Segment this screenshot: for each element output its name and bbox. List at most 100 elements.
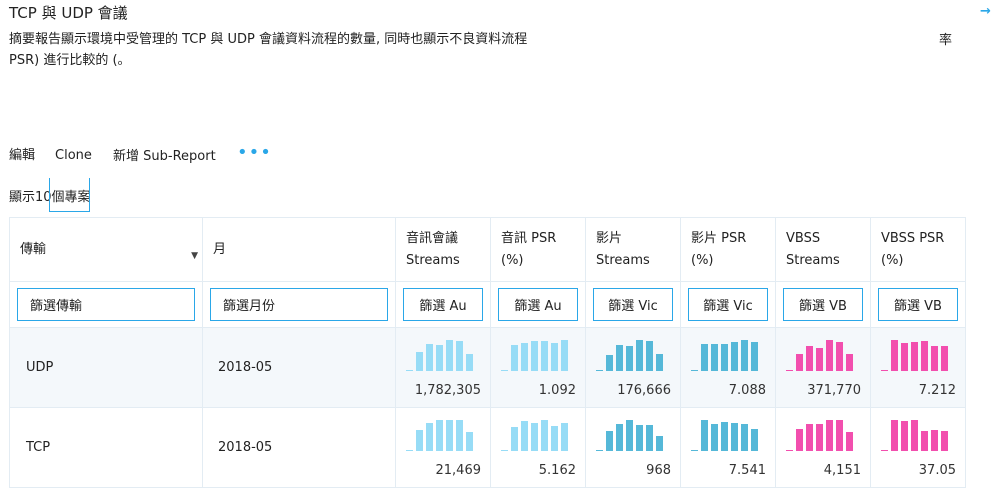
add-subreport-button[interactable]: 新增 Sub-Report (113, 145, 216, 164)
clone-button[interactable]: Clone (55, 148, 92, 163)
sparkline-bar (941, 431, 948, 451)
sparkline-bar (416, 352, 423, 371)
sparkline-bar (521, 421, 528, 451)
filter-input[interactable]: 篩選 VB (783, 288, 863, 321)
column-header[interactable]: 影片 PSR (%) (680, 217, 776, 282)
column-header[interactable]: 音訊會議 Streams (395, 217, 491, 282)
filter-cell: 篩選 VB (870, 281, 966, 328)
sparkline-bar (596, 450, 603, 451)
sparkline-bar (691, 370, 698, 371)
sparkline-bar (561, 423, 568, 451)
sparkline-bar (446, 340, 453, 371)
metric-value: 7.088 (728, 383, 766, 398)
sparkline-bar (541, 420, 548, 451)
sparkline (786, 419, 866, 451)
sparkline (786, 339, 866, 371)
sparkline-bar (836, 420, 843, 451)
metric-cell: 176,666 (585, 327, 681, 408)
sparkline-bar (846, 432, 853, 451)
caret-down-icon[interactable]: ▼ (191, 245, 198, 267)
metric-value: 7.212 (918, 383, 956, 398)
transport-cell: TCP (9, 407, 203, 488)
column-header[interactable]: 影片 Streams (585, 217, 681, 282)
filter-input[interactable]: 篩選傳輸 (17, 288, 195, 321)
table-row[interactable]: TCP 2018-05 21,469 5.162 968 7.541 4,151 37.05 (9, 407, 966, 488)
sparkline-bar (796, 429, 803, 451)
filter-cell: 篩選 Au (395, 281, 491, 328)
sparkline-bar (531, 423, 538, 451)
show-items-focus-box[interactable] (49, 178, 90, 212)
column-header-label: 月 (213, 241, 227, 257)
sparkline-bar (626, 420, 633, 451)
sparkline-bar (501, 450, 508, 451)
metric-value: 371,770 (807, 383, 861, 398)
column-header-sublabel: Streams (786, 252, 840, 268)
transport-cell: UDP (9, 327, 203, 408)
more-options-icon[interactable]: ••• (237, 144, 272, 162)
sparkline-bar (406, 450, 413, 451)
metric-cell: 371,770 (775, 327, 871, 408)
sparkline-bar (456, 420, 463, 451)
column-header[interactable]: 月 (202, 217, 396, 282)
filter-input[interactable]: 篩選 Au (403, 288, 483, 321)
sparkline-bar (891, 420, 898, 451)
sparkline-bar (551, 343, 558, 371)
sparkline-bar (786, 370, 793, 371)
metric-value: 5.162 (538, 463, 576, 478)
metric-cell: 7.212 (870, 327, 966, 408)
column-header[interactable]: VBSS PSR (%) (870, 217, 966, 282)
sparkline-bar (426, 423, 433, 451)
column-header[interactable]: 音訊 PSR (%) (490, 217, 586, 282)
table-row[interactable]: UDP 2018-05 1,782,305 1.092 176,666 7.088 371,… (9, 327, 966, 408)
arrow-right-icon[interactable]: → (980, 4, 991, 19)
filter-cell: 篩選 Vic (585, 281, 681, 328)
sparkline (881, 419, 961, 451)
metric-cell: 968 (585, 407, 681, 488)
filter-cell: 篩選 Vic (680, 281, 776, 328)
filter-input[interactable]: 篩選月份 (210, 288, 388, 321)
sparkline-bar (921, 341, 928, 371)
sparkline-bar (701, 420, 708, 451)
sparkline (881, 339, 961, 371)
metric-cell: 7.541 (680, 407, 776, 488)
sparkline-bar (911, 420, 918, 451)
sparkline-bar (656, 436, 663, 451)
sparkline-bar (596, 370, 603, 371)
sparkline-bar (436, 345, 443, 371)
sparkline-bar (606, 355, 613, 371)
sparkline-bar (796, 354, 803, 371)
sparkline-bar (501, 370, 508, 371)
sparkline-bar (786, 450, 793, 451)
column-header[interactable]: 傳輸 ▼ (9, 217, 203, 282)
edit-button[interactable]: 編輯 (9, 144, 35, 163)
metric-cell: 7.088 (680, 327, 776, 408)
sparkline-bar (921, 431, 928, 451)
filter-input[interactable]: 篩選 Vic (593, 288, 673, 321)
metric-value: 37.05 (918, 463, 956, 478)
sparkline-bar (901, 421, 908, 451)
sparkline (596, 339, 676, 371)
sparkline-bar (436, 420, 443, 451)
filter-input[interactable]: 篩選 Vic (688, 288, 768, 321)
filter-input[interactable]: 篩選 Au (498, 288, 578, 321)
metric-cell: 1.092 (490, 327, 586, 408)
column-header-label: 傳輸 (20, 241, 47, 257)
sparkline-bar (751, 342, 758, 371)
header-row: 傳輸 ▼ 月 音訊會議 Streams 音訊 PSR (%) 影片 Streams 影片 PSR (… (9, 217, 966, 282)
sparkline-bar (701, 344, 708, 371)
page-title: TCP 與 UDP 會議 (9, 4, 128, 22)
sparkline-bar (656, 354, 663, 371)
sparkline (406, 419, 486, 451)
filter-input[interactable]: 篩選 VB (878, 288, 958, 321)
column-header[interactable]: VBSS Streams (775, 217, 871, 282)
filter-cell: 篩選 VB (775, 281, 871, 328)
metric-value: 21,469 (435, 463, 482, 478)
metric-value: 968 (646, 463, 671, 478)
sparkline-bar (721, 344, 728, 371)
sparkline-bar (846, 354, 853, 371)
sparkline (501, 419, 581, 451)
metric-value: 7.541 (728, 463, 766, 478)
sparkline-bar (931, 430, 938, 451)
sparkline-bar (731, 423, 738, 451)
column-header-sublabel: Streams (596, 252, 650, 268)
